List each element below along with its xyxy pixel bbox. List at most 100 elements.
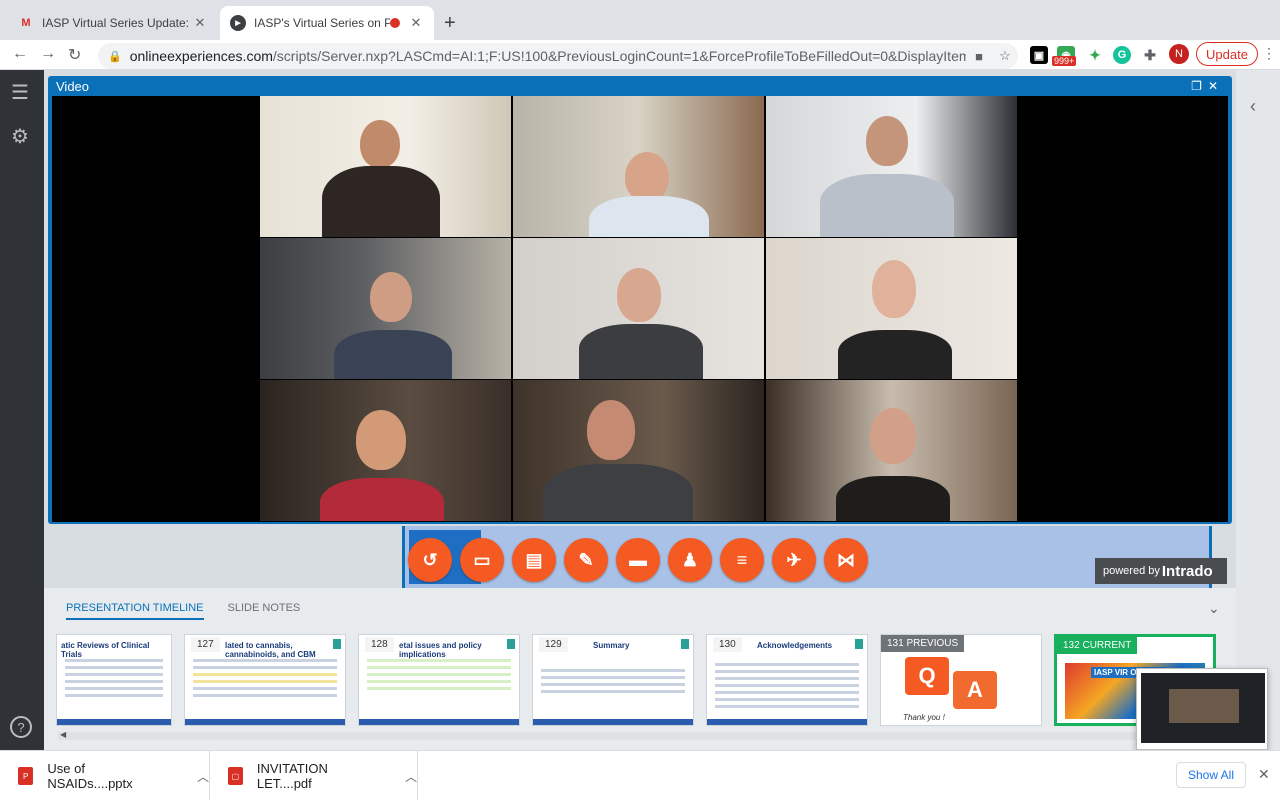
video-player[interactable] xyxy=(52,96,1228,522)
chat-icon[interactable]: ▬ xyxy=(616,538,660,582)
slide-thumbnail-previous[interactable]: 131 PREVIOUS Q A Thank you ! xyxy=(880,634,1042,726)
tab-slide-notes[interactable]: SLIDE NOTES xyxy=(228,602,301,620)
recording-icon xyxy=(390,18,400,28)
browser-toolbar: ← → ↻ 🔒 onlineexperiences.com/scripts/Se… xyxy=(0,40,1280,70)
close-icon[interactable]: ✕ xyxy=(408,15,424,31)
tab-gmail[interactable]: M IASP Virtual Series Update: IAS ✕ xyxy=(8,6,218,40)
video-tile xyxy=(513,96,764,237)
download-item[interactable]: P Use of NSAIDs....pptx ︿ xyxy=(0,751,210,800)
tab-iasp-virtual-series[interactable]: ▶ IASP's Virtual Series on Pai ✕ xyxy=(220,6,434,40)
back-icon[interactable]: ← xyxy=(12,45,28,63)
slide-number: 131 xyxy=(887,638,904,649)
slide-thumbnail[interactable]: atic Reviews of Clinical Trials xyxy=(56,634,172,726)
share-icon[interactable]: ✦ xyxy=(1086,46,1104,64)
grammarly-icon[interactable]: G xyxy=(1113,46,1131,64)
slide-number: 128 xyxy=(365,637,394,652)
lock-icon: 🔒 xyxy=(108,50,122,63)
video-tile xyxy=(766,96,1017,237)
caret-left-icon[interactable]: ◀ xyxy=(60,730,66,739)
speaker-icon[interactable]: ♟ xyxy=(668,538,712,582)
powered-by-badge: powered by Intrado xyxy=(1095,558,1227,584)
twitter-icon[interactable]: ✈ xyxy=(772,538,816,582)
extension-icon[interactable]: ▣ xyxy=(1030,46,1048,64)
show-all-button[interactable]: Show All xyxy=(1176,762,1246,788)
video-tile xyxy=(766,380,1017,521)
event-controls: ↺ ▭ ▤ ✎ ▬ ♟ ≡ ✈ ⋈ xyxy=(408,538,868,582)
left-rail: ☰ ⚙ ? xyxy=(0,70,44,750)
slide-tag-current: 132 CURRENT xyxy=(1057,637,1138,654)
slide-number: 129 xyxy=(539,637,568,652)
puzzle-icon[interactable]: ✚ xyxy=(1141,46,1159,64)
download-item[interactable]: ▢ INVITATION LET....pdf ︿ xyxy=(210,751,418,800)
slide-number: 132 xyxy=(1063,640,1080,651)
tab-title: IASP's Virtual Series on Pai xyxy=(254,16,390,30)
extension-badge: 999+ xyxy=(1052,56,1077,66)
play-icon: ▶ xyxy=(230,15,246,31)
camera-icon[interactable]: ■ xyxy=(966,49,992,64)
replay-icon[interactable]: ↺ xyxy=(408,538,452,582)
browser-tab-strip: M IASP Virtual Series Update: IAS ✕ ▶ IA… xyxy=(0,0,1280,40)
resources-icon[interactable]: ▤ xyxy=(512,538,556,582)
forward-icon[interactable]: → xyxy=(40,45,56,63)
video-tile xyxy=(513,238,764,379)
address-bar[interactable]: 🔒 onlineexperiences.com/scripts/Server.n… xyxy=(98,43,1018,69)
survey-icon[interactable]: ≡ xyxy=(720,538,764,582)
slide-title: etal issues and policy implications xyxy=(399,641,482,659)
picture-in-picture-preview[interactable] xyxy=(1136,668,1268,750)
chevron-up-icon[interactable]: ︿ xyxy=(405,768,417,785)
pptx-file-icon: P xyxy=(18,767,34,785)
menu-icon[interactable]: ☰ xyxy=(11,80,29,105)
close-icon[interactable]: ✕ xyxy=(1208,79,1224,93)
slide-tag-label: PREVIOUS xyxy=(906,638,959,649)
avatar[interactable]: N xyxy=(1169,44,1189,64)
download-filename: INVITATION LET....pdf xyxy=(256,761,328,791)
powered-by-text: powered by xyxy=(1103,565,1160,577)
new-tab-icon[interactable]: + xyxy=(444,12,456,35)
chevron-left-icon[interactable]: ‹ xyxy=(1250,96,1256,117)
slide-number: 127 xyxy=(191,637,220,652)
video-panel-header: Video ❐✕ xyxy=(48,76,1232,96)
qa-a-letter: A xyxy=(953,671,997,709)
more-icon[interactable]: ⋮ xyxy=(1262,45,1276,62)
timeline-scrollbar[interactable]: ◀ xyxy=(58,730,1218,740)
close-icon[interactable]: ✕ xyxy=(192,15,208,31)
close-icon[interactable]: ✕ xyxy=(1258,766,1270,783)
chevron-down-icon[interactable]: ⌄ xyxy=(1208,600,1220,617)
video-tile xyxy=(260,96,511,237)
event-page: ☰ ⚙ ? ‹ Video ❐✕ ↺ ▭ ▤ ✎ ▬ ♟ ≡ ✈ ⋈ power… xyxy=(0,70,1280,750)
tab-title: IASP Virtual Series Update: IAS xyxy=(42,16,192,30)
share-icon[interactable]: ⋈ xyxy=(824,538,868,582)
help-icon[interactable]: ? xyxy=(10,716,32,738)
presentation-timeline: PRESENTATION TIMELINE SLIDE NOTES ⌄ atic… xyxy=(44,588,1236,750)
video-tile xyxy=(513,380,764,521)
reload-icon[interactable]: ↻ xyxy=(68,45,81,65)
slides-icon[interactable]: ▭ xyxy=(460,538,504,582)
star-icon[interactable]: ☆ xyxy=(992,48,1018,64)
brand-text: Intrado xyxy=(1161,562,1213,580)
update-button[interactable]: Update xyxy=(1196,42,1258,66)
url-host: onlineexperiences.com xyxy=(129,48,273,64)
qa-icon[interactable]: ✎ xyxy=(564,538,608,582)
pdf-file-icon: ▢ xyxy=(228,767,243,785)
gear-icon[interactable]: ⚙ xyxy=(11,124,29,149)
download-shelf: P Use of NSAIDs....pptx ︿ ▢ INVITATION L… xyxy=(0,750,1280,800)
video-tile xyxy=(260,380,511,521)
download-filename: Use of NSAIDs....pptx xyxy=(47,761,133,791)
slide-number: 130 xyxy=(713,637,742,652)
slide-title: atic Reviews of Clinical Trials xyxy=(61,641,150,659)
slide-thumbnail[interactable]: 128 etal issues and policy implications xyxy=(358,634,520,726)
slide-tag-previous: 131 PREVIOUS xyxy=(881,635,965,652)
video-panel: Video ❐✕ xyxy=(48,76,1232,524)
tab-presentation-timeline[interactable]: PRESENTATION TIMELINE xyxy=(66,602,204,620)
video-tile xyxy=(260,238,511,379)
url-text: onlineexperiences.com/scripts/Server.nxp… xyxy=(130,48,966,64)
slide-thumbnail[interactable]: 127 lated to cannabis, cannabinoids, and… xyxy=(184,634,346,726)
slide-thumbnail[interactable]: 129 Summary xyxy=(532,634,694,726)
slide-thumbnail[interactable]: 130 Acknowledgements xyxy=(706,634,868,726)
chevron-up-icon[interactable]: ︿ xyxy=(197,768,209,785)
popout-icon[interactable]: ❐ xyxy=(1191,79,1208,93)
slide-tag-label: CURRENT xyxy=(1082,640,1132,651)
slide-title: lated to cannabis, cannabinoids, and CBM xyxy=(225,641,316,659)
slide-title: Thank you ! xyxy=(903,713,945,722)
gmail-icon: M xyxy=(21,17,31,29)
